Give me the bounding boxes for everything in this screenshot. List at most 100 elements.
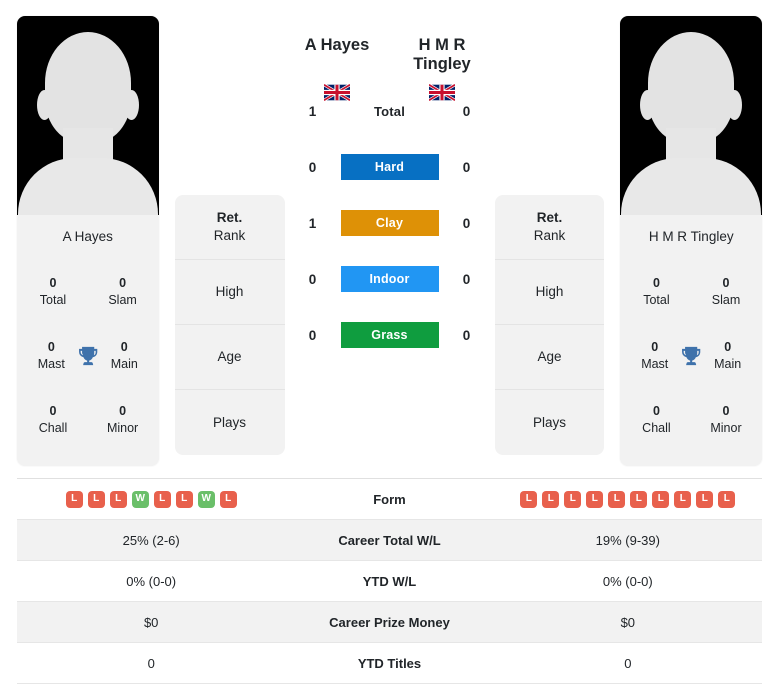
- surface-badge-indoor[interactable]: Indoor: [340, 266, 439, 292]
- table-cell-left: 0% (0-0): [126, 573, 177, 589]
- table-row-label: YTD W/L: [362, 573, 417, 589]
- table-cell-left: $0: [143, 614, 159, 630]
- table-row-label: Form: [373, 491, 406, 507]
- form-strip-left: LLLWLLWL: [17, 490, 285, 508]
- title-stat: 0 Total: [27, 275, 79, 309]
- player-photo-right: [620, 16, 762, 215]
- h2h-score-left: 0: [308, 271, 317, 287]
- avatar-ear-right-icon: [727, 90, 743, 120]
- table-row-label: Career Prize Money: [329, 614, 450, 630]
- trophy-icon: [682, 346, 701, 366]
- title-label: Slam: [108, 293, 137, 307]
- form-badge-loss[interactable]: L: [520, 490, 538, 508]
- title-value: 0: [119, 404, 127, 419]
- title-label: Total: [643, 293, 670, 307]
- player-card-left[interactable]: A Hayes 0 Total 0 Slam 0 Mast 0 Main 0 C…: [17, 16, 159, 466]
- form-badge-loss[interactable]: L: [109, 490, 127, 508]
- form-badge-loss[interactable]: L: [718, 490, 736, 508]
- form-badge-win[interactable]: W: [131, 490, 149, 508]
- info-section-plays: Plays: [495, 390, 605, 455]
- title-label: Minor: [710, 421, 742, 435]
- player-card-name-left: A Hayes: [17, 215, 159, 260]
- table-row: 0 YTD Titles 0: [17, 643, 762, 684]
- form-strip-right: LLLLLLLLLL: [494, 490, 762, 508]
- info-section-age: Age: [174, 325, 285, 390]
- title-stat: 0 Main: [100, 339, 149, 373]
- info-section-plays: Plays: [175, 390, 285, 455]
- title-stat: 0 Mast: [630, 339, 679, 373]
- titles-row: 0 Total 0 Slam: [17, 260, 159, 324]
- h2h-score-left: 0: [308, 327, 317, 343]
- form-badge-loss[interactable]: L: [153, 490, 171, 508]
- surface-badge-grass[interactable]: Grass: [340, 322, 439, 348]
- title-stat: 0 Slam: [700, 275, 752, 309]
- form-badge-loss[interactable]: L: [674, 490, 692, 508]
- form-badge-loss[interactable]: L: [652, 490, 670, 508]
- title-label: Minor: [106, 421, 139, 435]
- info-bottom-label: Rank: [213, 228, 246, 243]
- title-stat: 0 Chall: [630, 403, 682, 437]
- info-bottom-label: Plays: [213, 414, 247, 430]
- surface-badge-hard[interactable]: Hard: [340, 154, 439, 180]
- table-cell-right: 0: [624, 655, 632, 671]
- title-stat: 0 Main: [703, 339, 752, 373]
- info-bottom-label: Age: [217, 349, 242, 365]
- title-label: Main: [110, 357, 138, 371]
- form-badge-win[interactable]: W: [197, 490, 215, 508]
- form-badge-loss[interactable]: L: [608, 490, 626, 508]
- comparison-table: L L L W L L W L Form L L L L L L L L L L 25% (2-6) Career To…: [17, 478, 762, 684]
- player-name-right[interactable]: H M R Tingley: [390, 36, 495, 74]
- form-badge-loss[interactable]: L: [219, 490, 237, 508]
- title-value: 0: [651, 340, 659, 355]
- h2h-score-left: 1: [308, 215, 317, 231]
- form-badge-loss[interactable]: L: [542, 490, 560, 508]
- h2h-surface-rows: 1 Total 0 0 Hard 0 1 Clay 0 0 Indoor 0 0 Grass 0: [285, 83, 495, 363]
- table-row: 0% (0-0) YTD W/L 0% (0-0): [17, 561, 762, 602]
- title-stat: 0 Minor: [700, 403, 752, 437]
- title-label: Chall: [642, 421, 671, 435]
- table-row: 25% (2-6) Career Total W/L 19% (9-39): [17, 519, 762, 561]
- form-badge-loss[interactable]: L: [564, 490, 582, 508]
- titles-grid-right: 0 Total 0 Slam 0 Mast 0 Main 0 Chall 0 M…: [620, 260, 762, 466]
- titles-row: 0 Total 0 Slam: [620, 260, 762, 324]
- surface-badge-clay[interactable]: Clay: [340, 210, 439, 236]
- title-value: 0: [49, 404, 57, 419]
- h2h-row-grass: 0 Grass 0: [285, 307, 495, 363]
- title-value: 0: [652, 276, 660, 291]
- table-cell-right: 0% (0-0): [602, 573, 653, 589]
- info-section-high: High: [494, 260, 605, 325]
- form-badge-loss[interactable]: L: [630, 490, 648, 508]
- info-card-right: Ret. Rank High Age Plays: [494, 195, 605, 455]
- head-to-head-column: A Hayes H M R Tingley 1 Total 0 0 Hard 0…: [285, 8, 495, 363]
- title-value: 0: [724, 340, 732, 355]
- form-badge-loss[interactable]: L: [65, 490, 83, 508]
- title-label: Mast: [641, 357, 669, 371]
- h2h-score-right: 0: [462, 215, 471, 231]
- trophy-icon: [78, 346, 97, 366]
- title-stat: 0 Minor: [97, 403, 149, 437]
- form-badge-loss[interactable]: L: [175, 490, 193, 508]
- form-badge-loss[interactable]: L: [586, 490, 604, 508]
- titles-row: 0 Mast 0 Main: [620, 324, 762, 388]
- h2h-surface-label-wrap: Hard: [340, 154, 439, 180]
- title-stat: 0 Slam: [97, 275, 149, 309]
- player-card-right[interactable]: H M R Tingley 0 Total 0 Slam 0 Mast 0 Ma…: [620, 16, 762, 466]
- title-label: Slam: [711, 293, 741, 307]
- form-badge-loss[interactable]: L: [87, 490, 105, 508]
- h2h-row-indoor: 0 Indoor 0: [285, 251, 495, 307]
- h2h-score-left: 1: [308, 103, 317, 119]
- table-cell-left: 0: [147, 655, 155, 671]
- player-name-left[interactable]: A Hayes: [285, 36, 390, 74]
- title-value: 0: [722, 404, 730, 419]
- table-row-label: Career Total W/L: [338, 532, 441, 548]
- form-badge-loss[interactable]: L: [696, 490, 714, 508]
- avatar-ear-left-icon: [36, 90, 52, 120]
- h2h-row-total: 1 Total 0: [285, 83, 495, 139]
- info-card-left: Ret. Rank High Age Plays: [174, 195, 285, 455]
- player-card-name-right: H M R Tingley: [620, 215, 762, 260]
- titles-grid-left: 0 Total 0 Slam 0 Mast 0 Main 0 Chall 0 M…: [17, 260, 159, 466]
- table-cell-left: 25% (2-6): [122, 532, 180, 548]
- avatar-body-icon: [621, 158, 762, 215]
- title-value: 0: [119, 276, 127, 291]
- h2h-surface-label-wrap: Grass: [340, 322, 439, 348]
